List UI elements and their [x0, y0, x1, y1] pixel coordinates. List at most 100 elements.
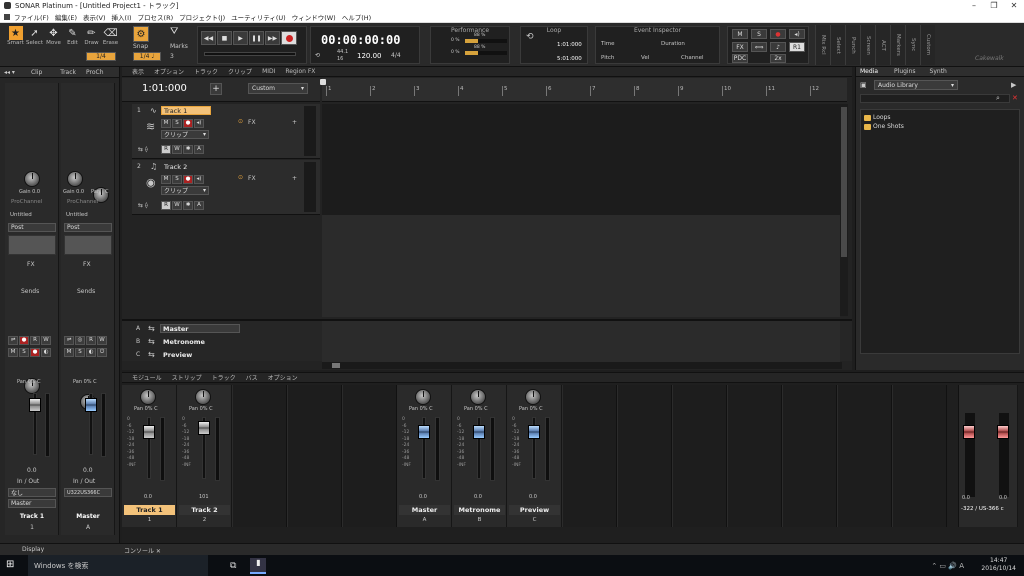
- search-icon[interactable]: ⌕: [996, 94, 1000, 103]
- menu-edit[interactable]: 編集(E): [55, 12, 77, 22]
- time-display[interactable]: 00:00:00:00: [321, 33, 400, 47]
- post-button[interactable]: Post: [64, 223, 112, 232]
- track-menu-clip[interactable]: クリップ: [228, 67, 252, 76]
- menu-process[interactable]: プロセス(R): [138, 12, 174, 22]
- pause-icon[interactable]: ❚❚: [249, 31, 264, 45]
- menu-view[interactable]: 表示(V): [83, 12, 106, 22]
- output-select[interactable]: Master: [8, 499, 56, 508]
- solo-button[interactable]: S: [75, 347, 85, 357]
- track-arm[interactable]: ●: [183, 174, 193, 184]
- track-read[interactable]: R: [161, 144, 171, 154]
- add-fx-icon[interactable]: +: [292, 175, 297, 182]
- write-button[interactable]: W: [97, 335, 107, 345]
- timeline-ruler[interactable]: 1 2 3 4 5 6 7 8 9 10 11 12: [320, 78, 847, 102]
- fx-rack[interactable]: FX: [27, 261, 35, 268]
- play-preview-icon[interactable]: ▶: [1011, 81, 1016, 89]
- track-menu-view[interactable]: 表示: [132, 67, 144, 76]
- track-header-2[interactable]: 2 ♫ Track 2 ◉ M S ● ◂) クリップ ▾ R W ✱ A ⇆ ⟠ ⊙ FX …: [132, 160, 320, 215]
- tool-snap-value[interactable]: 1/4: [86, 52, 116, 61]
- volume-fader-cap[interactable]: [473, 425, 485, 439]
- pdc-button[interactable]: PDC: [732, 54, 748, 63]
- tab-mix-recall[interactable]: Mix Rcl: [815, 25, 830, 65]
- task-view-icon[interactable]: ⧉: [230, 561, 236, 571]
- write-button[interactable]: W: [41, 335, 51, 345]
- bus-name[interactable]: Metronome: [160, 337, 240, 346]
- menu-project[interactable]: プロジェクト(J): [179, 12, 225, 22]
- r1-button[interactable]: R1: [789, 42, 805, 52]
- track-name[interactable]: Track 2: [161, 162, 211, 171]
- input-echo-icon[interactable]: ⇌: [8, 335, 18, 345]
- rewind-icon[interactable]: ◀◀: [201, 31, 216, 45]
- fx-rack[interactable]: FX: [83, 261, 91, 268]
- menu-file[interactable]: ファイル(F): [14, 12, 49, 22]
- tab-punch[interactable]: Punch: [845, 25, 860, 65]
- tab-select[interactable]: Select: [830, 25, 845, 65]
- gain-knob[interactable]: [67, 171, 83, 187]
- maximize-button[interactable]: ❐: [984, 1, 1004, 10]
- sonar-taskbar-icon[interactable]: ▮: [250, 557, 267, 574]
- read-button[interactable]: R: [30, 335, 40, 345]
- menu-help[interactable]: ヘルプ(H): [342, 12, 371, 22]
- track-solo[interactable]: S: [172, 118, 182, 128]
- track-name[interactable]: Track 1: [161, 106, 211, 115]
- post-button[interactable]: Post: [8, 223, 56, 232]
- arm-button[interactable]: ●: [30, 347, 40, 357]
- track-header-1[interactable]: 1 ∿ Track 1 ≋ M S ● ◂) クリップ ▾ R W ✱ A ⇆ ⟠ ⊙ FX …: [132, 104, 320, 159]
- record-arm-icon[interactable]: ●: [770, 29, 786, 39]
- tab-markers[interactable]: Markers: [890, 25, 905, 65]
- bus-row-a[interactable]: A ⇆ Master: [132, 323, 320, 335]
- midi-icon[interactable]: ♪: [770, 42, 786, 52]
- fx-power-icon[interactable]: ⊙: [238, 174, 243, 181]
- bus-row-c[interactable]: C ⇆ Preview: [132, 349, 320, 361]
- console-menu-strips[interactable]: ストリップ: [172, 373, 202, 382]
- hw-fader-cap-r[interactable]: [997, 425, 1009, 439]
- loop-start[interactable]: 1:01:000: [557, 42, 582, 48]
- tab-clip[interactable]: Clip: [31, 69, 42, 76]
- browser-search-input[interactable]: [860, 94, 1010, 103]
- menu-insert[interactable]: 挿入(I): [112, 12, 132, 22]
- volume-fader-cap[interactable]: [418, 425, 430, 439]
- windows-start-icon[interactable]: ⊞: [6, 559, 22, 573]
- console-menu-modules[interactable]: モジュール: [132, 373, 162, 382]
- volume-fader-cap[interactable]: [528, 425, 540, 439]
- pan-knob[interactable]: [525, 389, 541, 405]
- custom-select[interactable]: Custom ▾: [248, 83, 308, 94]
- taskbar-search[interactable]: Windows を検索: [28, 555, 208, 576]
- preset-name[interactable]: Untitled: [66, 212, 88, 218]
- power-button[interactable]: ⏻: [97, 348, 107, 357]
- minimize-button[interactable]: –: [964, 1, 984, 10]
- strip-name[interactable]: Track 2: [179, 505, 230, 515]
- strip-name[interactable]: Preview: [509, 505, 560, 515]
- stop-icon[interactable]: ■: [217, 31, 232, 45]
- track-solo[interactable]: S: [172, 174, 182, 184]
- menu-window[interactable]: ウィンドウ(W): [292, 12, 336, 22]
- move-tool-button[interactable]: ✥ Move: [44, 26, 63, 48]
- expand-icon[interactable]: ⇆ ⟠: [138, 202, 148, 209]
- bus-row-b[interactable]: B ⇆ Metronome: [132, 336, 320, 348]
- track-write[interactable]: W: [172, 144, 182, 154]
- input-select[interactable]: なし: [8, 488, 56, 497]
- inspector-menu-icon[interactable]: ◂◂ ▾: [4, 69, 15, 76]
- tab-sync[interactable]: Sync: [905, 25, 920, 65]
- track-echo[interactable]: ◂): [194, 118, 204, 128]
- track-fx-bin[interactable]: FX: [248, 175, 256, 182]
- tab-display[interactable]: Display: [22, 546, 44, 553]
- track-menu-options[interactable]: オプション: [154, 67, 184, 76]
- track-archive[interactable]: A: [194, 200, 204, 210]
- snap-icon[interactable]: ⚙: [133, 26, 149, 42]
- play-icon[interactable]: ▶: [233, 31, 248, 45]
- bus-clips[interactable]: [322, 321, 840, 363]
- position-slider[interactable]: [204, 52, 296, 56]
- tempo-display[interactable]: 120.00: [357, 52, 382, 60]
- asterisk-icon[interactable]: ✱: [183, 200, 193, 210]
- now-time[interactable]: 1:01:000: [142, 83, 187, 94]
- track-write[interactable]: W: [172, 200, 182, 210]
- track-arm[interactable]: ●: [183, 118, 193, 128]
- tray-icons[interactable]: ⌃ ▭ 🔊 A: [931, 562, 964, 570]
- strip-name[interactable]: Metronome: [454, 505, 505, 515]
- clip-select[interactable]: クリップ ▾: [161, 130, 209, 139]
- loop-toggle-icon[interactable]: ⟲: [315, 52, 320, 59]
- volume-fader-cap[interactable]: [29, 398, 41, 412]
- track-mute[interactable]: M: [161, 118, 171, 128]
- track-echo[interactable]: ◂): [194, 174, 204, 184]
